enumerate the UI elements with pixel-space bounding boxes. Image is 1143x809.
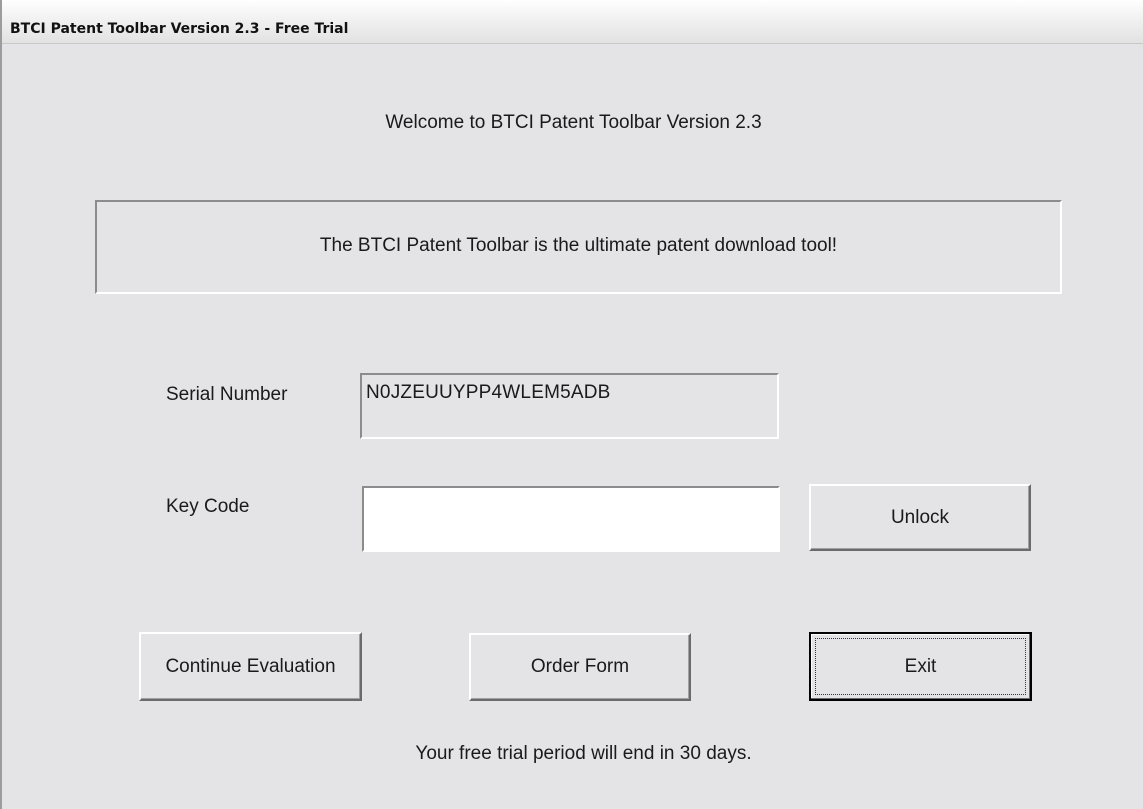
banner-text: The BTCI Patent Toolbar is the ultimate … xyxy=(319,235,838,256)
key-code-label: Key Code xyxy=(166,496,250,517)
order-form-button[interactable]: Order Form xyxy=(469,633,691,701)
unlock-button[interactable]: Unlock xyxy=(809,484,1031,551)
title-bar[interactable]: BTCI Patent Toolbar Version 2.3 - Free T… xyxy=(2,0,1143,44)
serial-number-label: Serial Number xyxy=(166,384,288,405)
exit-button[interactable]: Exit xyxy=(809,632,1032,701)
info-banner: The BTCI Patent Toolbar is the ultimate … xyxy=(95,200,1062,294)
key-code-input[interactable] xyxy=(362,486,780,552)
license-dialog-window: BTCI Patent Toolbar Version 2.3 - Free T… xyxy=(0,0,1143,809)
serial-number-value: N0JZEUUYPP4WLEM5ADB xyxy=(366,382,611,403)
window-title: BTCI Patent Toolbar Version 2.3 - Free T… xyxy=(10,21,349,37)
focus-ring xyxy=(815,638,1026,695)
serial-number-field: N0JZEUUYPP4WLEM5ADB xyxy=(360,373,779,439)
continue-evaluation-button[interactable]: Continue Evaluation xyxy=(139,632,362,701)
trial-notice: Your free trial period will end in 30 da… xyxy=(415,743,752,764)
welcome-heading: Welcome to BTCI Patent Toolbar Version 2… xyxy=(385,112,762,133)
